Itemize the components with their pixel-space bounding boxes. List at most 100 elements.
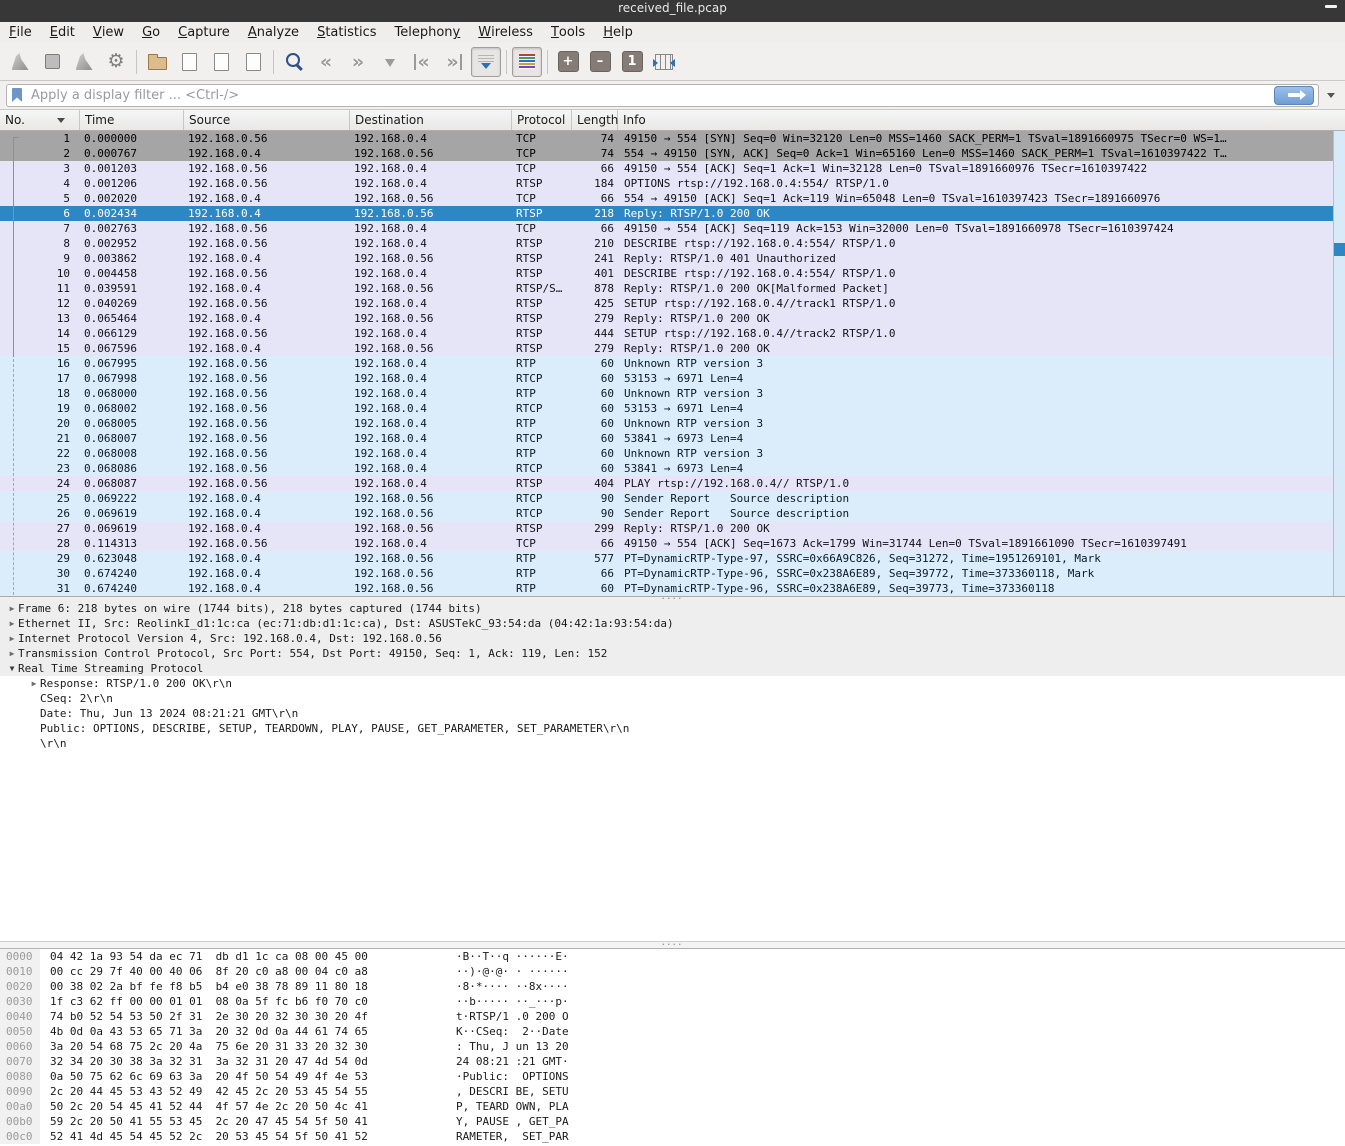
packet-row[interactable]: 10.000000192.168.0.56192.168.0.4TCP74491… — [0, 131, 1345, 146]
open-file-button[interactable] — [142, 47, 172, 77]
hex-row[interactable]: 00301f c3 62 ff 00 00 01 01 08 0a 5f fc … — [0, 994, 1345, 1009]
expand-arrow-icon[interactable]: ▶ — [6, 601, 18, 616]
column-header-time[interactable]: Time — [80, 110, 184, 130]
bookmark-icon[interactable] — [12, 88, 22, 102]
filter-dropdown-chevron-icon[interactable] — [1327, 93, 1335, 98]
expand-arrow-icon[interactable]: ▶ — [6, 631, 18, 646]
packet-row[interactable]: 220.068008192.168.0.56192.168.0.4RTP60Un… — [0, 446, 1345, 461]
reload-file-button[interactable] — [238, 47, 268, 77]
menu-telephony[interactable]: Telephony — [386, 22, 470, 43]
hex-row[interactable]: 00603a 20 54 68 75 2c 20 4a 75 6e 20 31 … — [0, 1039, 1345, 1054]
expand-arrow-icon[interactable]: ▼ — [6, 661, 18, 676]
menu-capture[interactable]: Capture — [169, 22, 239, 43]
go-last-button[interactable]: » — [439, 47, 469, 77]
packet-row[interactable]: 160.067995192.168.0.56192.168.0.4RTP60Un… — [0, 356, 1345, 371]
detail-row[interactable]: ▶Frame 6: 218 bytes on wire (1744 bits),… — [0, 601, 1345, 616]
packet-row[interactable]: 210.068007192.168.0.56192.168.0.4RTCP605… — [0, 431, 1345, 446]
hex-row[interactable]: 00504b 0d 0a 43 53 65 71 3a 20 32 0d 0a … — [0, 1024, 1345, 1039]
find-packet-button[interactable] — [279, 47, 309, 77]
packet-row[interactable]: 260.069619192.168.0.4192.168.0.56RTCP90S… — [0, 506, 1345, 521]
menu-analyze[interactable]: Analyze — [239, 22, 308, 43]
detail-row[interactable]: CSeq: 2\r\n — [0, 691, 1345, 706]
packet-row[interactable]: 290.623048192.168.0.4192.168.0.56RTP577P… — [0, 551, 1345, 566]
go-to-packet-button[interactable] — [375, 47, 405, 77]
packet-row[interactable]: 70.002763192.168.0.56192.168.0.4TCP66491… — [0, 221, 1345, 236]
zoom-in-button[interactable]: + — [553, 47, 583, 77]
packet-row[interactable]: 240.068087192.168.0.56192.168.0.4RTSP404… — [0, 476, 1345, 491]
detail-row[interactable]: ▼Real Time Streaming Protocol — [0, 661, 1345, 676]
go-forward-button[interactable]: » — [343, 47, 373, 77]
menu-view[interactable]: View — [84, 22, 133, 43]
save-file-button[interactable] — [174, 47, 204, 77]
packet-row[interactable]: 130.065464192.168.0.4192.168.0.56RTSP279… — [0, 311, 1345, 326]
colorize-button[interactable] — [512, 47, 542, 77]
hex-row[interactable]: 000004 42 1a 93 54 da ec 71 db d1 1c ca … — [0, 949, 1345, 964]
detail-row[interactable]: ▶Transmission Control Protocol, Src Port… — [0, 646, 1345, 661]
column-header-source[interactable]: Source — [184, 110, 350, 130]
zoom-100-button[interactable]: 1 — [617, 47, 647, 77]
packet-row[interactable]: 230.068086192.168.0.56192.168.0.4RTCP605… — [0, 461, 1345, 476]
expand-arrow-icon[interactable]: ▶ — [6, 646, 18, 661]
column-header-no[interactable]: No. — [0, 110, 80, 130]
packet-row[interactable]: 200.068005192.168.0.56192.168.0.4RTP60Un… — [0, 416, 1345, 431]
restart-capture-button[interactable] — [69, 47, 99, 77]
capture-options-button[interactable]: ⚙ — [101, 47, 131, 77]
detail-row[interactable]: Date: Thu, Jun 13 2024 08:21:21 GMT\r\n — [0, 706, 1345, 721]
stop-capture-button[interactable] — [37, 47, 67, 77]
packet-row[interactable]: 300.674240192.168.0.4192.168.0.56RTP66PT… — [0, 566, 1345, 581]
hex-row[interactable]: 007032 34 20 30 38 3a 32 31 3a 32 31 20 … — [0, 1054, 1345, 1069]
hex-row[interactable]: 001000 cc 29 7f 40 00 40 06 8f 20 c0 a8 … — [0, 964, 1345, 979]
hex-row[interactable]: 00a050 2c 20 54 45 41 52 44 4f 57 4e 2c … — [0, 1099, 1345, 1114]
zoom-out-button[interactable]: – — [585, 47, 615, 77]
hex-row[interactable]: 004074 b0 52 54 53 50 2f 31 2e 30 20 32 … — [0, 1009, 1345, 1024]
packet-row[interactable]: 30.001203192.168.0.56192.168.0.4TCP66491… — [0, 161, 1345, 176]
packet-row[interactable]: 170.067998192.168.0.56192.168.0.4RTCP605… — [0, 371, 1345, 386]
packet-row[interactable]: 20.000767192.168.0.4192.168.0.56TCP74554… — [0, 146, 1345, 161]
detail-row[interactable]: \r\n — [0, 736, 1345, 751]
details-bytes-splitter[interactable]: ···· — [0, 941, 1345, 949]
packet-row[interactable]: 120.040269192.168.0.56192.168.0.4RTSP425… — [0, 296, 1345, 311]
hex-row[interactable]: 00902c 20 44 45 53 43 52 49 42 45 2c 20 … — [0, 1084, 1345, 1099]
packet-row[interactable]: 150.067596192.168.0.4192.168.0.56RTSP279… — [0, 341, 1345, 356]
packet-row[interactable]: 110.039591192.168.0.4192.168.0.56RTSP/S…… — [0, 281, 1345, 296]
expand-arrow-icon[interactable]: ▶ — [6, 616, 18, 631]
apply-filter-button[interactable] — [1274, 86, 1314, 105]
packet-row[interactable]: 40.001206192.168.0.56192.168.0.4RTSP184O… — [0, 176, 1345, 191]
start-capture-button[interactable] — [5, 47, 35, 77]
packet-row[interactable]: 180.068000192.168.0.56192.168.0.4RTP60Un… — [0, 386, 1345, 401]
menu-help[interactable]: Help — [594, 22, 642, 43]
hex-row[interactable]: 00b059 2c 20 50 41 55 53 45 2c 20 47 45 … — [0, 1114, 1345, 1129]
detail-row[interactable]: ▶Ethernet II, Src: ReolinkI_d1:1c:ca (ec… — [0, 616, 1345, 631]
column-header-destination[interactable]: Destination — [350, 110, 512, 130]
packet-row[interactable]: 100.004458192.168.0.56192.168.0.4RTSP401… — [0, 266, 1345, 281]
menu-statistics[interactable]: Statistics — [308, 22, 385, 43]
hex-row[interactable]: 00800a 50 75 62 6c 69 63 3a 20 4f 50 54 … — [0, 1069, 1345, 1084]
close-file-button[interactable] — [206, 47, 236, 77]
packet-list-scrollbar[interactable] — [1333, 131, 1345, 596]
resize-columns-button[interactable] — [649, 47, 679, 77]
detail-row[interactable]: ▶Internet Protocol Version 4, Src: 192.1… — [0, 631, 1345, 646]
go-first-button[interactable]: « — [407, 47, 437, 77]
packet-row[interactable]: 140.066129192.168.0.56192.168.0.4RTSP444… — [0, 326, 1345, 341]
detail-row[interactable]: Public: OPTIONS, DESCRIBE, SETUP, TEARDO… — [0, 721, 1345, 736]
packet-row[interactable]: 250.069222192.168.0.4192.168.0.56RTCP90S… — [0, 491, 1345, 506]
detail-row[interactable]: ▶Response: RTSP/1.0 200 OK\r\n — [0, 676, 1345, 691]
column-header-length[interactable]: Length — [572, 110, 618, 130]
packet-row[interactable]: 90.003862192.168.0.4192.168.0.56RTSP241R… — [0, 251, 1345, 266]
packet-row[interactable]: 80.002952192.168.0.56192.168.0.4RTSP210D… — [0, 236, 1345, 251]
display-filter-field[interactable] — [6, 84, 1319, 107]
packet-row[interactable]: 280.114313192.168.0.56192.168.0.4TCP6649… — [0, 536, 1345, 551]
menu-go[interactable]: Go — [133, 22, 169, 43]
hex-row[interactable]: 00c052 41 4d 45 54 45 52 2c 20 53 45 54 … — [0, 1129, 1345, 1144]
menu-wireless[interactable]: Wireless — [469, 22, 542, 43]
packet-row[interactable]: 50.002020192.168.0.4192.168.0.56TCP66554… — [0, 191, 1345, 206]
minimize-icon[interactable] — [1325, 5, 1337, 8]
expand-arrow-icon[interactable]: ▶ — [28, 676, 40, 691]
menu-edit[interactable]: Edit — [41, 22, 84, 43]
menu-tools[interactable]: Tools — [542, 22, 594, 43]
display-filter-input[interactable] — [29, 87, 1274, 104]
packet-row[interactable]: 60.002434192.168.0.4192.168.0.56RTSP218R… — [0, 206, 1345, 221]
packet-row[interactable]: 190.068002192.168.0.56192.168.0.4RTCP605… — [0, 401, 1345, 416]
column-header-info[interactable]: Info — [618, 110, 1345, 130]
column-header-protocol[interactable]: Protocol — [512, 110, 572, 130]
